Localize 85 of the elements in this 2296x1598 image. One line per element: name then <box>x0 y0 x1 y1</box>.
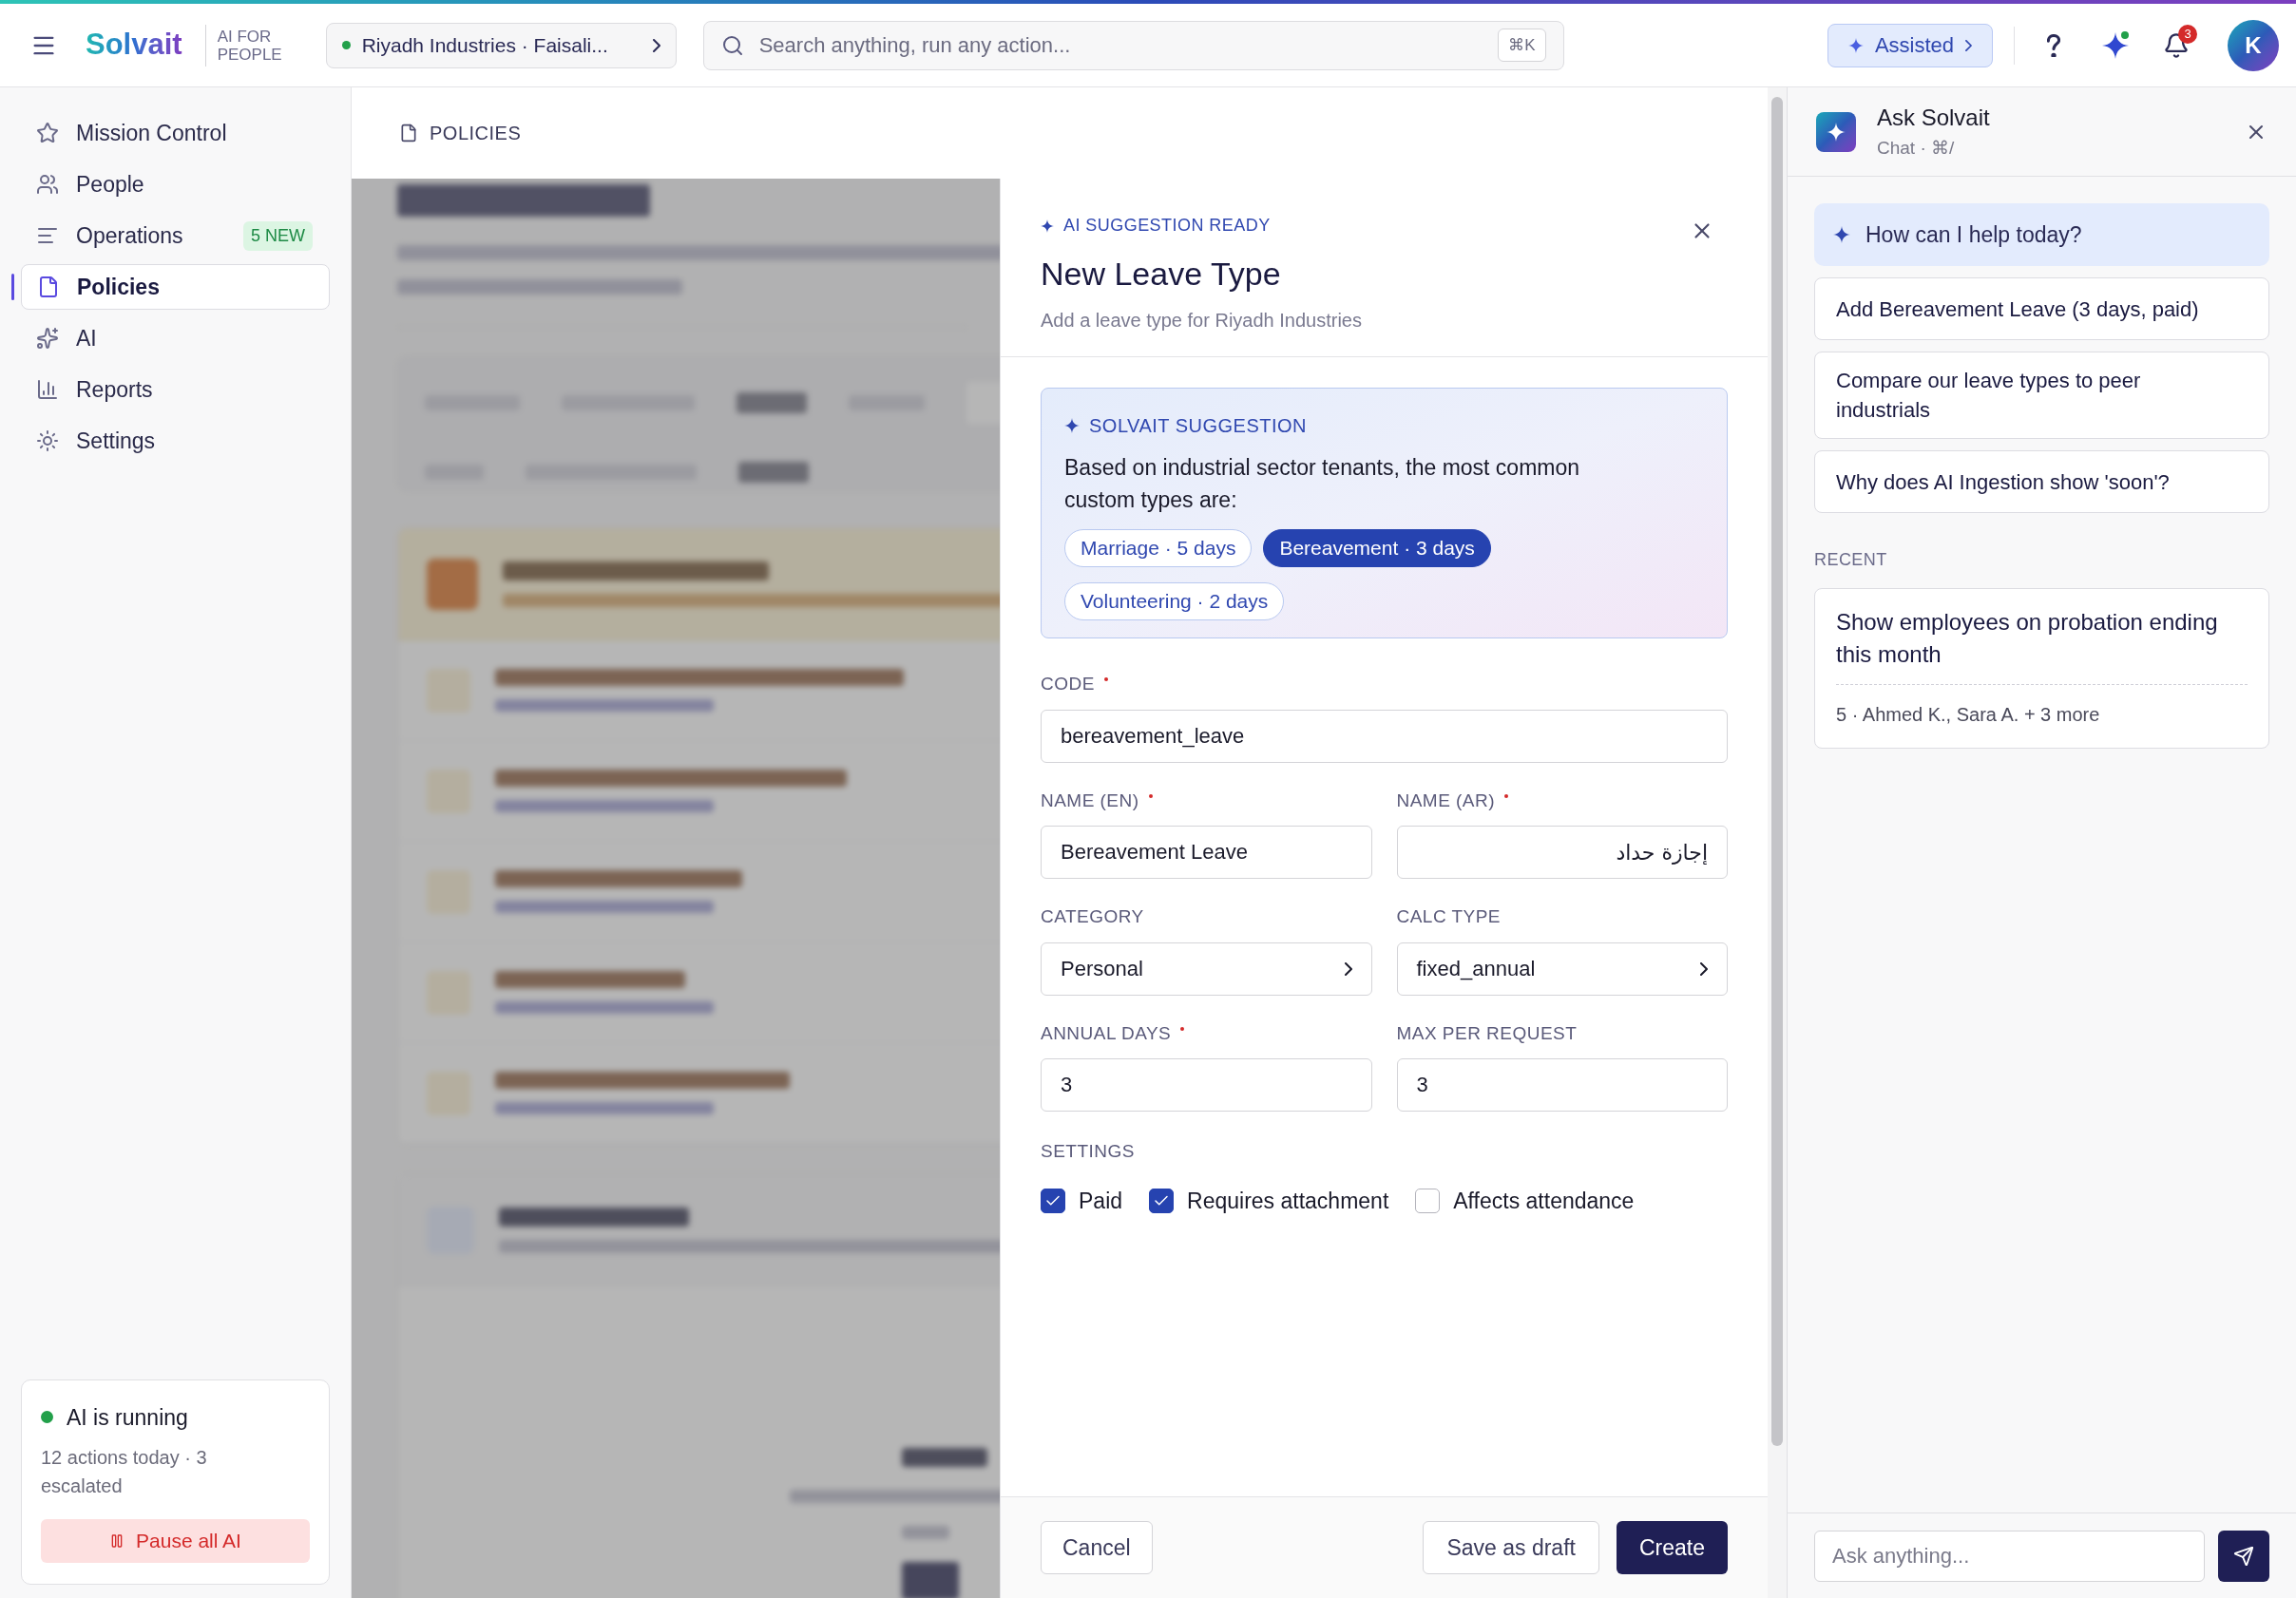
field-label: ANNUAL DAYS <box>1041 1019 1185 1047</box>
avatar[interactable]: K <box>2228 19 2279 71</box>
search-field[interactable]: Search anything, run any action... <box>758 29 1483 61</box>
chevron-icon <box>1965 39 1973 51</box>
input-field[interactable]: Bereavement Leave <box>1041 826 1372 879</box>
field-label: CODE <box>1041 671 1108 698</box>
new-badge: 5 NEW <box>243 220 313 251</box>
help-icon[interactable] <box>2047 33 2060 57</box>
search-bar[interactable]: Search anything, run any action... ⌘K <box>702 20 1564 70</box>
scrollbar[interactable] <box>1771 97 1783 1446</box>
field-label: NAME (AR) <box>1396 787 1508 814</box>
checkbox[interactable]: Affects attendance <box>1415 1184 1635 1217</box>
bell-icon[interactable] <box>2163 31 2190 59</box>
bar-chart-icon <box>36 378 59 401</box>
suggestion-prompt[interactable]: Compare our leave types to peer industrials <box>1814 352 2269 439</box>
field-label: MAX PER REQUEST <box>1396 1021 1578 1045</box>
input-field[interactable]: 3 <box>1396 1058 1728 1112</box>
send-icon <box>2233 1545 2254 1567</box>
suggestion-chip[interactable]: Bereavement · 3 days <box>1263 529 1491 567</box>
nav-item[interactable]: Policies <box>21 264 330 310</box>
recent-result: 5 · Ahmed K., Sara A. + 3 more <box>1836 703 2101 727</box>
save-draft-button[interactable]: Save as draft <box>1423 1521 1599 1574</box>
select-field[interactable]: fixed_annual <box>1396 942 1728 996</box>
sparkle-icon <box>1827 122 1846 142</box>
sparkles-icon <box>36 327 59 350</box>
drawer-subtitle: Add a leave type for Riyadh Industries <box>1041 309 1363 333</box>
status-detail: 12 actions today · 3 escalated <box>41 1446 208 1498</box>
chat-subtitle: Chat · ⌘/ <box>1877 137 1956 161</box>
drawer-title: New Leave Type <box>1041 255 1282 294</box>
notification-badge: 3 <box>2178 24 2197 44</box>
suggestion-text: Based on industrial sector tenants, the most common custom types are: <box>1064 454 1581 514</box>
checkbox[interactable]: Paid <box>1041 1184 1123 1217</box>
greeting-text: How can I help today? <box>1866 220 2082 249</box>
sparkle-icon <box>1833 226 1850 243</box>
field-label: CATEGORY <box>1041 905 1144 928</box>
nav-item[interactable]: Operations 5 NEW <box>21 213 330 258</box>
suggestion-chip[interactable]: Marriage · 5 days <box>1064 529 1253 567</box>
assistant-icon[interactable] <box>2102 31 2129 59</box>
pause-button[interactable]: Pause all AI <box>41 1519 310 1563</box>
suggestion-heading: SOLVAIT SUGGESTION <box>1089 414 1308 438</box>
star-icon <box>36 122 59 144</box>
sun-icon <box>36 429 59 452</box>
input-field[interactable]: 3 <box>1041 1058 1372 1112</box>
select-field[interactable]: Personal <box>1041 942 1372 996</box>
nav-item[interactable]: People <box>21 162 330 207</box>
input-field[interactable]: bereavement_leave <box>1041 709 1728 763</box>
document-icon <box>399 124 418 143</box>
field-label: CALC TYPE <box>1396 905 1502 928</box>
document-icon <box>37 276 60 298</box>
suggestion-prompt[interactable]: Add Bereavement Leave (3 days, paid) <box>1814 277 2269 340</box>
checkbox[interactable]: Requires attachment <box>1149 1184 1389 1217</box>
field-label: NAME (EN) <box>1041 787 1153 814</box>
nav-item[interactable]: Settings <box>21 418 330 464</box>
suggestion-prompt[interactable]: Why does AI Ingestion show 'soon'? <box>1814 450 2269 513</box>
search-icon <box>720 33 744 57</box>
nav-item[interactable]: Reports <box>21 367 330 412</box>
create-button[interactable]: Create <box>1616 1521 1728 1574</box>
send-button[interactable] <box>2218 1530 2269 1582</box>
mode-selector[interactable]: Assisted <box>1827 23 1993 67</box>
shortcut-key: ⌘K <box>1498 28 1546 63</box>
chevron-icon <box>1700 961 1708 976</box>
tenant-selector[interactable]: Riyadh Industries · Faisali... <box>325 22 677 68</box>
suggestion-chip[interactable]: Volunteering · 2 days <box>1064 582 1285 620</box>
chat-title: Ask Solvait <box>1877 104 1991 133</box>
chevron-icon <box>1344 961 1352 976</box>
users-icon <box>36 173 59 196</box>
sparkle-icon <box>1041 219 1054 233</box>
tagline: AI FOR PEOPLE <box>217 27 283 64</box>
sparkle-icon <box>1847 37 1864 53</box>
eyebrow-text: AI SUGGESTION READY <box>1063 215 1271 237</box>
chat-input[interactable]: Ask anything... <box>1814 1530 2205 1582</box>
recent-query: Show employees on probation ending this month <box>1836 608 2219 669</box>
recent-label: RECENT <box>1814 549 1888 571</box>
sparkle-icon <box>1064 418 1080 433</box>
status-title: AI is running <box>67 1403 188 1432</box>
settings-label: SETTINGS <box>1041 1140 1136 1163</box>
input-field[interactable]: إجازة حداد <box>1396 826 1728 879</box>
cancel-button[interactable]: Cancel <box>1041 1521 1153 1574</box>
nav-item[interactable]: AI <box>21 315 330 361</box>
recent-card[interactable]: Show employees on probation ending this month 5 · Ahmed K., Sara A. + 3 more <box>1814 588 2269 749</box>
sparkle-icon <box>2102 31 2129 59</box>
nav-item[interactable]: Mission Control <box>21 110 330 156</box>
breadcrumb: POLICIES <box>430 122 522 145</box>
active-indicator <box>11 274 14 300</box>
chevron-icon <box>652 38 660 52</box>
